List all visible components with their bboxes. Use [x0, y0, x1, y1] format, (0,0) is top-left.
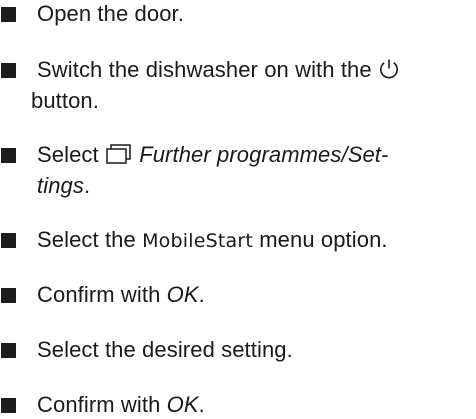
bullet-square-icon	[1, 398, 16, 413]
ok-label: OK	[166, 282, 199, 307]
bullet-square-icon	[1, 343, 16, 358]
step-text: Confirm with OK.	[37, 282, 205, 307]
step-select-further-programmes: Select Further programmes/Set-tings.	[0, 141, 470, 200]
step-text: Select the MobileStart menu option.	[37, 227, 388, 252]
programmes-icon	[105, 143, 133, 172]
step-confirm-ok: Confirm with OK.	[0, 281, 470, 309]
step-select-setting: Select the desired setting.	[0, 336, 470, 364]
step-text: Select Further programmes/Set-tings.	[37, 142, 389, 198]
power-icon	[378, 58, 400, 87]
bullet-square-icon	[1, 7, 16, 22]
step-confirm-ok-final: Confirm with OK.	[0, 391, 470, 419]
step-text: Switch the dishwasher on with the button…	[31, 56, 470, 115]
bullet-square-icon	[1, 233, 16, 248]
step-text: Confirm with OK.	[37, 392, 205, 417]
ok-label: OK	[166, 392, 199, 417]
bullet-square-icon	[1, 63, 16, 78]
bullet-square-icon	[1, 288, 16, 303]
step-select-mobilestart: Select the MobileStart menu option.	[0, 226, 470, 255]
step-switch-on: Switch the dishwasher on with the button…	[0, 56, 470, 115]
bullet-square-icon	[1, 148, 16, 163]
step-text: Select the desired setting.	[37, 337, 293, 362]
step-text: Open the door.	[37, 1, 184, 26]
mobilestart-label: MobileStart	[142, 230, 254, 252]
step-open-door: Open the door.	[0, 0, 470, 28]
